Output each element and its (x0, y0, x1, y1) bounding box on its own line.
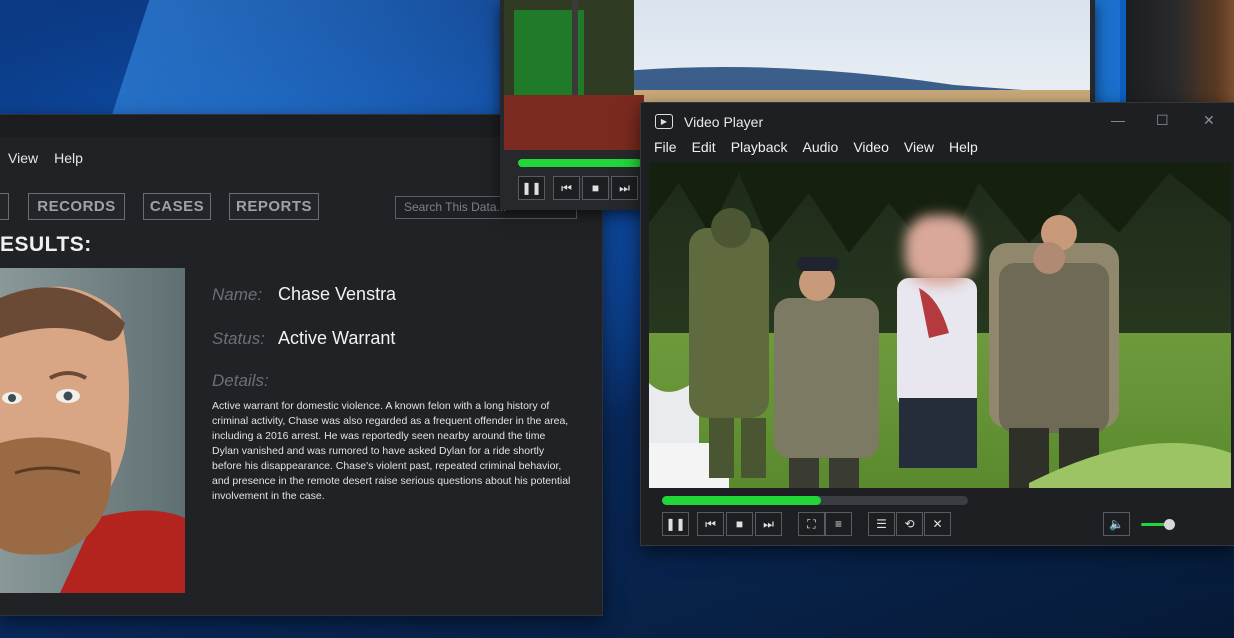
blurred-face (905, 215, 975, 285)
skip-forward-icon[interactable]: ⏭ (755, 512, 782, 536)
details-label: Details: (212, 371, 269, 390)
video-app-icon: ▶ (655, 114, 673, 129)
details-text: Active warrant for domestic violence. A … (212, 400, 571, 502)
equalizer-icon[interactable]: ≡ (825, 512, 852, 536)
video-player-window: ▶ Video Player — ☐ ✕ File Edit Playback … (641, 103, 1234, 545)
fullscreen-icon[interactable]: ⛶ (798, 512, 825, 536)
menu-audio[interactable]: Audio (803, 139, 839, 155)
window-title: Video Player (684, 114, 764, 130)
suspect-photo (0, 268, 185, 593)
menu-view[interactable]: View (904, 139, 934, 155)
desktop-edge-strip (1095, 0, 1120, 102)
stop-icon[interactable]: ■ (582, 176, 609, 200)
nav-records-button[interactable]: RECORDS (28, 193, 125, 220)
maximize-icon[interactable]: ☐ (1156, 112, 1169, 129)
skip-back-icon[interactable]: ⏮ (697, 512, 724, 536)
playlist-icon[interactable]: ☰ (868, 512, 895, 536)
menu-file[interactable]: File (654, 139, 677, 155)
menu-help[interactable]: Help (949, 139, 978, 155)
minimize-icon[interactable]: — (1111, 112, 1125, 128)
nav-cases-button[interactable]: CASES (143, 193, 211, 220)
video-player-titlebar: ▶ Video Player — ☐ ✕ (641, 103, 1234, 137)
menu-help[interactable]: Help (54, 150, 83, 166)
background-window-edge (1120, 0, 1234, 102)
skip-forward-icon[interactable]: ⏭ (611, 176, 638, 200)
volume-icon[interactable]: 🔈 (1103, 512, 1130, 536)
seek-bar-fill (662, 496, 822, 505)
name-label: Name: (212, 285, 263, 304)
close-icon[interactable]: ✕ (1203, 112, 1215, 129)
menu-playback[interactable]: Playback (731, 139, 788, 155)
nav-button-partial[interactable] (0, 193, 9, 220)
status-value: Active Warrant (278, 328, 396, 348)
menu-view[interactable]: View (8, 150, 38, 166)
pause-icon[interactable]: ❚❚ (518, 176, 545, 200)
status-label: Status: (212, 329, 265, 348)
seek-bar[interactable] (662, 496, 968, 505)
video-player-menubar: File Edit Playback Audio Video View Help (654, 139, 978, 155)
skip-back-icon[interactable]: ⏮ (553, 176, 580, 200)
video-frame[interactable] (649, 163, 1231, 488)
pause-icon[interactable]: ❚❚ (662, 512, 689, 536)
nav-reports-button[interactable]: REPORTS (229, 193, 319, 220)
stop-icon[interactable]: ■ (726, 512, 753, 536)
results-heading: ESULTS: (0, 233, 92, 256)
menu-video[interactable]: Video (853, 139, 889, 155)
menu-edit[interactable]: Edit (692, 139, 716, 155)
repeat-icon[interactable]: ⟲ (896, 512, 923, 536)
name-value: Chase Venstra (278, 284, 397, 304)
shuffle-icon[interactable]: ✕ (924, 512, 951, 536)
volume-slider-handle[interactable] (1164, 519, 1175, 530)
background-progress-bar[interactable] (518, 159, 642, 167)
